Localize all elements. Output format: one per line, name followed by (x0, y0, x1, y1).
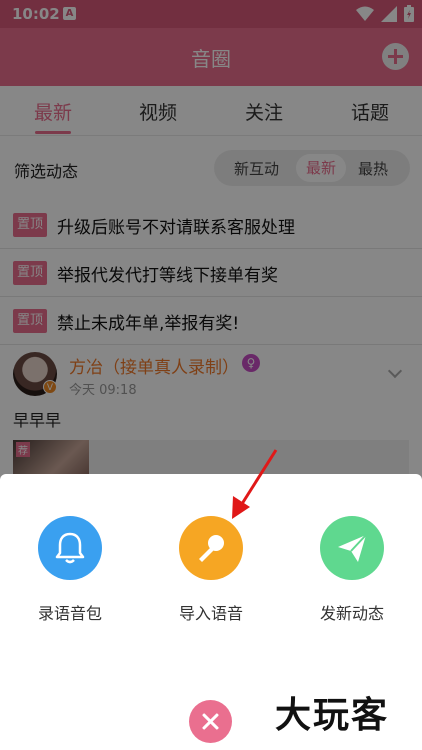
close-icon[interactable] (189, 700, 232, 743)
watermark: 大玩客 (275, 695, 390, 736)
annotation-arrow-icon (232, 449, 278, 519)
